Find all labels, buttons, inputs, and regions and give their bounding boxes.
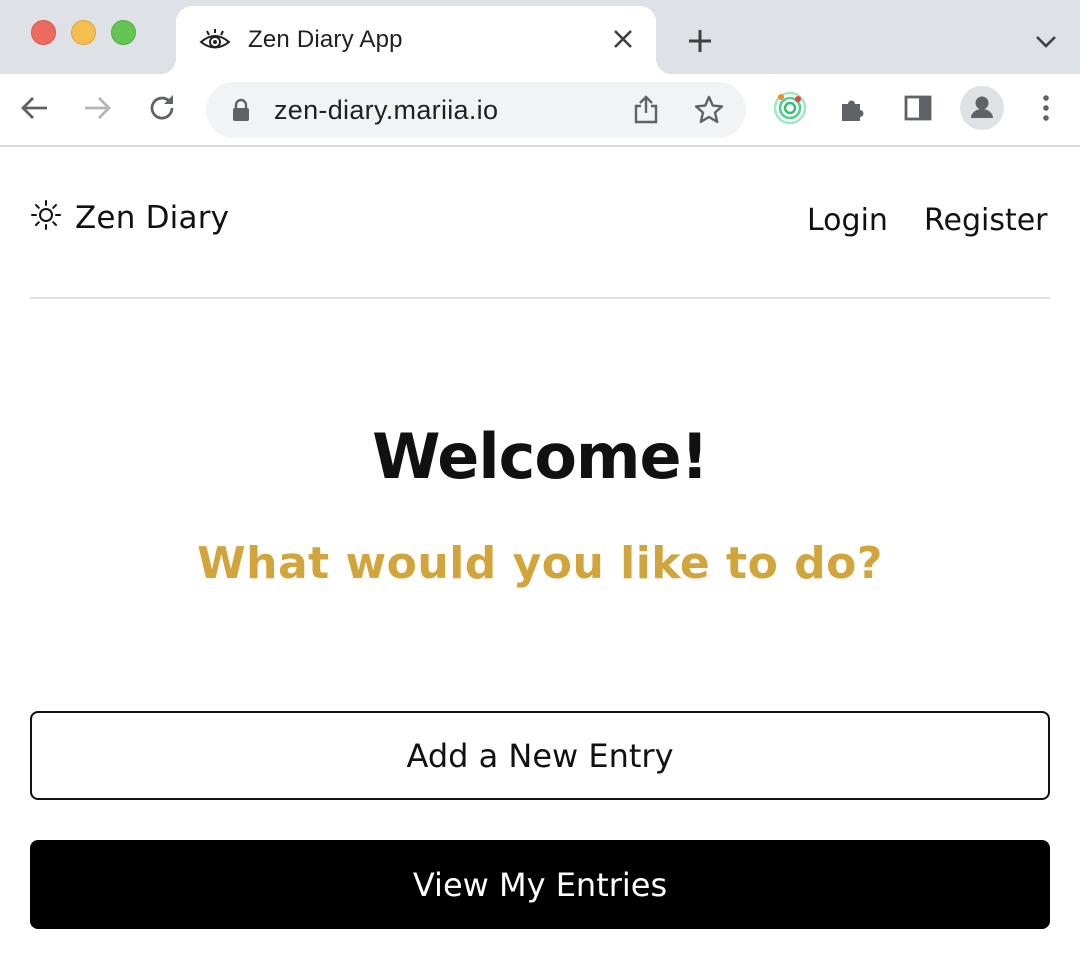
nav-login-link[interactable]: Login — [807, 203, 888, 238]
brand-name: Zen Diary — [75, 200, 230, 236]
window-zoom-button[interactable] — [111, 20, 136, 45]
address-bar[interactable]: zen-diary.mariia.io — [206, 82, 746, 138]
browser-toolbar: zen-diary.mariia.io — [0, 74, 1080, 147]
window-close-button[interactable] — [31, 20, 56, 45]
forward-icon[interactable] — [80, 90, 116, 126]
page-subtitle: What would you like to do? — [197, 538, 883, 589]
eye-icon — [199, 29, 231, 49]
side-panel-icon[interactable] — [900, 90, 936, 126]
add-entry-button[interactable]: Add a New Entry — [30, 711, 1050, 800]
tab-close-icon[interactable] — [610, 26, 636, 52]
sun-icon — [31, 200, 61, 230]
puzzle-icon[interactable] — [836, 90, 872, 126]
nav-register-link[interactable]: Register — [924, 203, 1048, 238]
browser-tab-strip: Zen Diary App — [0, 0, 1080, 74]
lock-icon[interactable] — [230, 98, 252, 122]
star-icon[interactable] — [693, 94, 725, 126]
brand-logo[interactable]: Zen Diary — [30, 200, 229, 236]
view-entries-button[interactable]: View My Entries — [30, 840, 1050, 929]
back-icon[interactable] — [16, 90, 52, 126]
profile-avatar-icon[interactable] — [960, 86, 1004, 130]
share-icon[interactable] — [630, 94, 662, 126]
extension-target-icon[interactable] — [772, 90, 808, 126]
browser-tab-active[interactable]: Zen Diary App — [160, 6, 672, 74]
menu-icon[interactable] — [1028, 90, 1064, 126]
url-text: zen-diary.mariia.io — [274, 95, 499, 125]
chevron-down-icon[interactable] — [1033, 30, 1059, 52]
window-minimize-button[interactable] — [71, 20, 96, 45]
new-tab-icon[interactable] — [686, 27, 714, 55]
tab-title: Zen Diary App — [248, 26, 403, 53]
header-divider — [30, 297, 1050, 299]
page-content: Zen Diary Login Register Welcome! What w… — [0, 148, 1080, 972]
page-title: Welcome! — [372, 420, 709, 493]
reload-icon[interactable] — [144, 90, 180, 126]
